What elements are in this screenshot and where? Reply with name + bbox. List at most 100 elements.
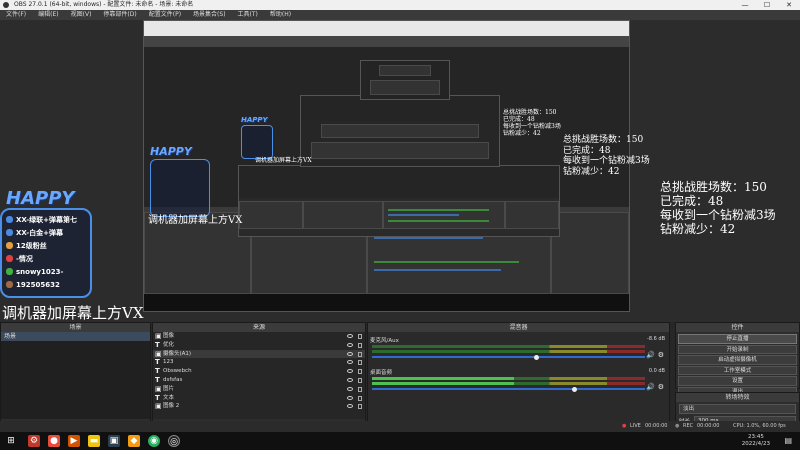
- settings-icon[interactable]: ⚙: [28, 435, 40, 447]
- menu-edit[interactable]: 编辑(E): [32, 10, 64, 20]
- window-title: OBS 27.0.1 (64-bit, windows) - 配置文件: 未命名…: [14, 1, 194, 8]
- live-label: LIVE: [630, 423, 641, 429]
- lock-icon[interactable]: [358, 404, 362, 410]
- visibility-icon[interactable]: [347, 334, 353, 338]
- lock-icon[interactable]: [358, 386, 362, 392]
- dock-area: 场景 场景 + − ⌃ ⌄ 来源 ▣图像 T优化 ▣摄像头(A1) T123 T…: [0, 322, 800, 432]
- sticker-medium: HAPPY: [150, 145, 210, 220]
- obs-icon[interactable]: ◎: [168, 435, 180, 447]
- mixer-channel-desktop: 桌面音频 0.0 dB 🔊 ⚙: [370, 368, 667, 408]
- chrome-icon[interactable]: ◉: [148, 435, 160, 447]
- text-icon: T: [155, 393, 160, 402]
- app-icon[interactable]: ◆: [128, 435, 140, 447]
- visibility-icon[interactable]: [347, 395, 353, 400]
- source-item[interactable]: Tdsfsfas: [153, 376, 365, 385]
- stats-overlay-small: 总挑战胜场数：150 已完成：48 每收到一个钻粉减3场 钻粉减少：42: [503, 109, 561, 138]
- channel-db: 0.0 dB: [648, 368, 665, 374]
- sources-dock: 来源 ▣ 图像 T 优化 ▣ 摄像头(A1) T 123 T Obswebch Tdsfs…: [152, 322, 366, 432]
- controls-title: 控件: [676, 323, 799, 332]
- scenes-title: 场景: [1, 323, 150, 332]
- studio-mode-button[interactable]: 工作室模式: [678, 365, 797, 375]
- mixer-title: 混音器: [368, 323, 669, 332]
- stop-streaming-button[interactable]: 停止直播: [678, 334, 797, 344]
- sticker-logo: HAPPY: [241, 116, 268, 124]
- visibility-icon[interactable]: [347, 360, 353, 365]
- visibility-icon[interactable]: [347, 342, 353, 347]
- rec-icon: ●: [675, 423, 680, 429]
- menu-tools[interactable]: 工具(T): [232, 10, 264, 20]
- clock-time: 23:45: [747, 434, 764, 440]
- rec-label: REC: [683, 423, 694, 429]
- source-item[interactable]: ▣ 图像: [153, 332, 365, 341]
- caption-large: 调机器加屏幕上方VX: [2, 304, 144, 322]
- visibility-icon[interactable]: [347, 369, 353, 374]
- media-icon[interactable]: ●: [48, 435, 60, 447]
- folder-icon[interactable]: ▬: [88, 435, 100, 447]
- source-item[interactable]: T 123: [153, 358, 365, 367]
- lock-icon[interactable]: [358, 351, 362, 357]
- source-item[interactable]: T Obswebch: [153, 367, 365, 376]
- close-button[interactable]: ✕: [778, 0, 800, 10]
- lock-icon[interactable]: [358, 342, 362, 348]
- sticker-large: HAPPY XX-绿联+弹幕第七 XX-白金+弹幕 12级粉丝 -情况 snow…: [0, 188, 95, 298]
- menu-scene-collection[interactable]: 场景集合(S): [187, 10, 232, 20]
- image-icon: ▣: [155, 332, 162, 340]
- visibility-icon[interactable]: [347, 351, 353, 356]
- menu-file[interactable]: 文件(F): [0, 10, 32, 20]
- nested-capture-4: [360, 60, 450, 100]
- preview-canvas[interactable]: HAPPY HAPPY HAPPY XX-绿联+弹幕第七 XX-白金+弹幕 12…: [0, 20, 800, 322]
- maximize-button[interactable]: ☐: [756, 0, 778, 10]
- source-item[interactable]: ▣ 摄像头(A1): [153, 349, 365, 359]
- audio-mixer-dock: 混音器 麦克风/Aux -8.6 dB 🔊 ⚙ 桌面音频 0.0 dB 🔊 ⚙: [367, 322, 670, 432]
- menu-profile[interactable]: 配置文件(P): [143, 10, 187, 20]
- sticker-line-2: XX-白金+弹幕: [16, 228, 63, 237]
- lock-icon[interactable]: [358, 334, 362, 339]
- live-time: 00:00:00: [645, 423, 668, 429]
- lock-icon[interactable]: [358, 377, 362, 383]
- channel-db: -8.6 dB: [647, 336, 665, 342]
- transition-select[interactable]: 淡出: [679, 404, 796, 414]
- obs-window: OBS 27.0.1 (64-bit, windows) - 配置文件: 未命名…: [0, 0, 800, 450]
- media-player-icon[interactable]: ▶: [68, 435, 80, 447]
- scene-item[interactable]: 场景: [1, 332, 150, 341]
- gear-icon[interactable]: ⚙: [658, 351, 664, 359]
- status-bar: ● LIVE 00:00:00 ● REC 00:00:00 CPU: 1.0%…: [0, 421, 800, 432]
- system-clock[interactable]: 23:45 2022/4/23: [742, 434, 770, 448]
- menu-view[interactable]: 视图(V): [65, 10, 98, 20]
- volume-slider[interactable]: [372, 388, 645, 390]
- source-item[interactable]: ▣ 图像 2: [153, 402, 365, 411]
- transitions-title: 转场特效: [676, 393, 799, 402]
- visibility-icon[interactable]: [347, 386, 353, 391]
- start-recording-button[interactable]: 开始录制: [678, 344, 797, 354]
- channel-name: 麦克风/Aux: [370, 338, 399, 344]
- text-icon: T: [155, 358, 160, 367]
- sources-title: 来源: [153, 323, 365, 332]
- visibility-icon[interactable]: [347, 404, 353, 409]
- volume-slider-knob[interactable]: [572, 386, 578, 392]
- start-virtual-camera-button[interactable]: 启动虚拟摄像机: [678, 355, 797, 365]
- menu-docks[interactable]: 停靠部件(D): [97, 10, 142, 20]
- source-item[interactable]: T 文本: [153, 394, 365, 403]
- image-icon: ▣: [155, 402, 162, 411]
- gear-icon[interactable]: ⚙: [658, 383, 664, 391]
- lock-icon[interactable]: [358, 369, 362, 375]
- minimize-button[interactable]: —: [734, 0, 756, 10]
- speaker-icon[interactable]: 🔊: [646, 383, 655, 391]
- visibility-icon[interactable]: [347, 377, 353, 382]
- lock-icon[interactable]: [358, 360, 362, 366]
- menu-help[interactable]: 帮助(H): [264, 10, 297, 20]
- settings-button[interactable]: 设置: [678, 376, 797, 386]
- channel-name: 桌面音频: [370, 370, 393, 376]
- source-item[interactable]: T 优化: [153, 341, 365, 350]
- volume-slider-knob[interactable]: [533, 354, 539, 360]
- notification-icon[interactable]: ▤: [784, 436, 792, 445]
- clock-date: 2022/4/23: [741, 441, 770, 447]
- store-icon[interactable]: ▣: [108, 435, 120, 447]
- level-meter: [372, 382, 645, 385]
- volume-slider[interactable]: [372, 356, 645, 358]
- source-item[interactable]: ▣ 图片: [153, 385, 365, 394]
- speaker-icon[interactable]: 🔊: [646, 351, 655, 359]
- nested-capture-2: [238, 165, 560, 237]
- windows-logo-icon[interactable]: ⊞: [5, 435, 17, 447]
- lock-icon[interactable]: [358, 395, 362, 401]
